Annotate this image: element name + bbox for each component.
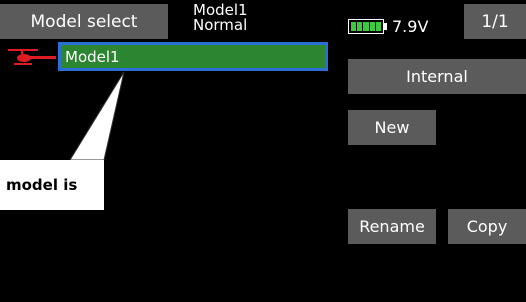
storage-internal-button[interactable]: Internal xyxy=(348,59,526,94)
new-model-button[interactable]: New xyxy=(348,110,436,145)
copy-model-button[interactable]: Copy xyxy=(448,209,526,244)
callout-pointers xyxy=(69,61,526,161)
annotation-callout: model is xyxy=(0,160,104,210)
rename-model-button[interactable]: Rename xyxy=(348,209,436,244)
